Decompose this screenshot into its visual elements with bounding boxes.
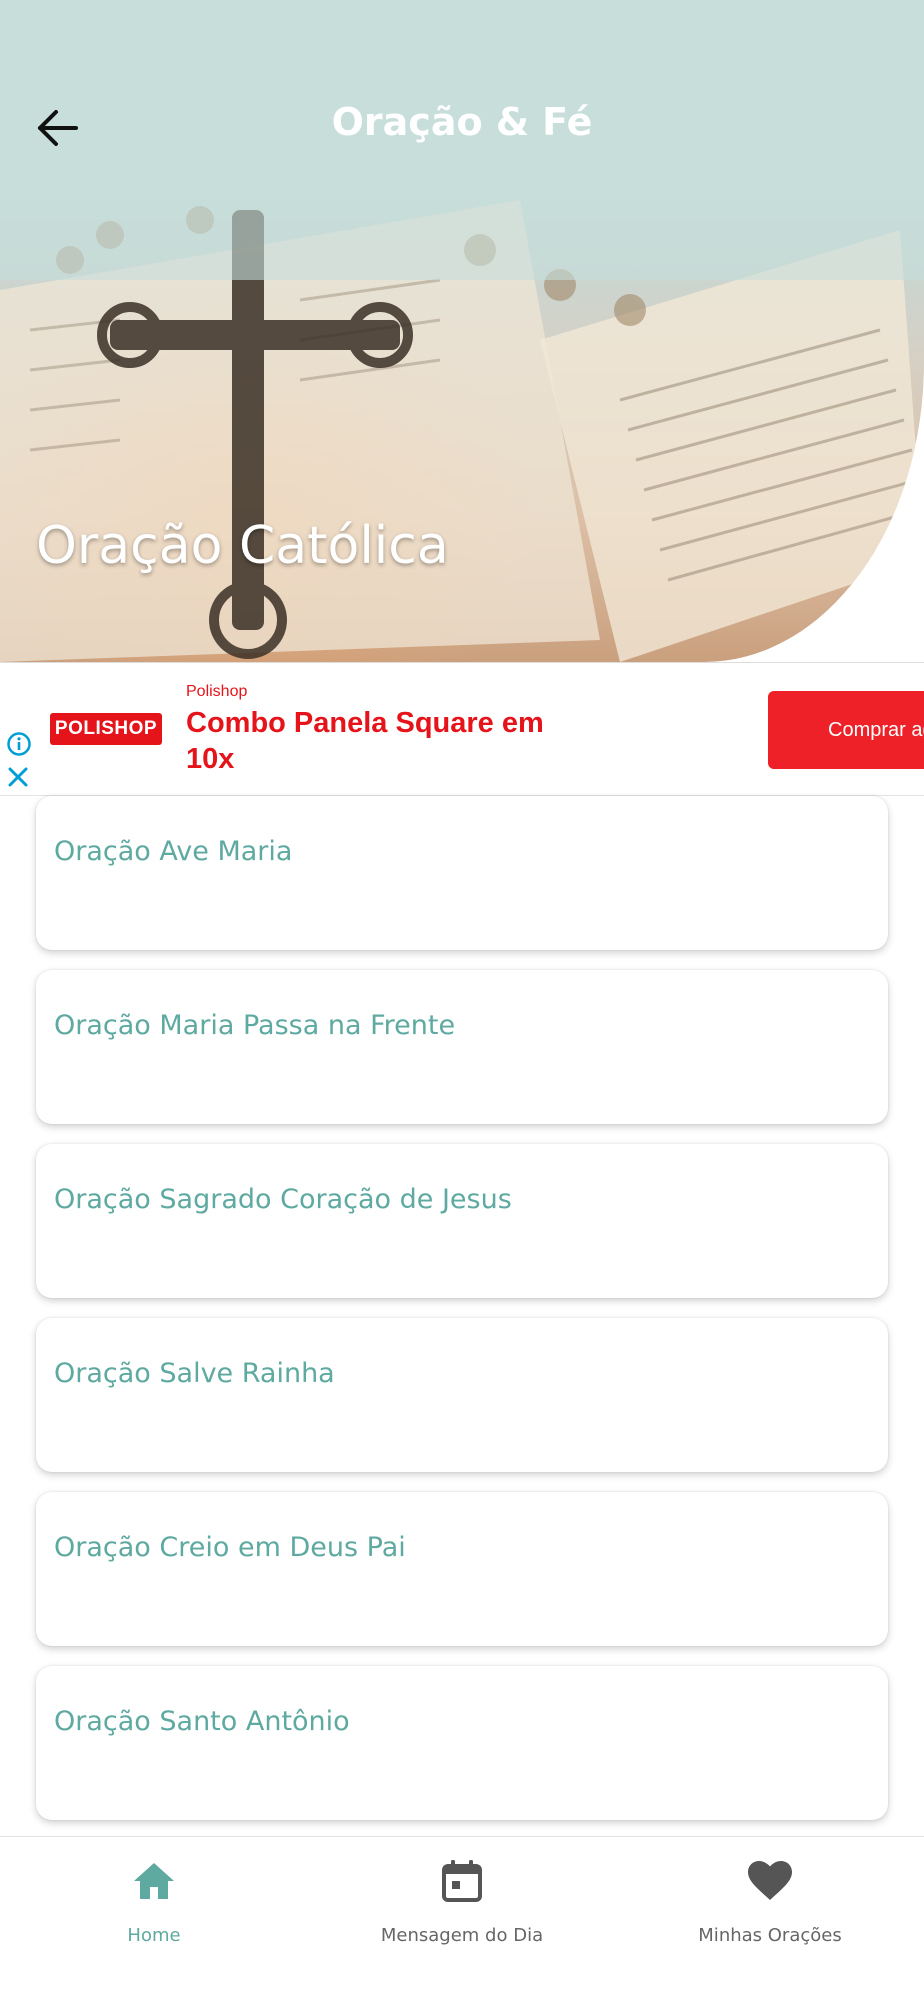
ad-buy-button[interactable]: Comprar ag (768, 691, 924, 769)
bottom-navigation: Home Mensagem do Dia Minhas Orações (0, 1836, 924, 2001)
list-item[interactable]: Oração Salve Rainha (36, 1318, 888, 1472)
prayer-list: Oração Ave Maria Oração Maria Passa na F… (36, 796, 888, 1840)
list-item[interactable]: Oração Maria Passa na Frente (36, 970, 888, 1124)
home-icon (134, 1863, 174, 1899)
prayer-title: Oração Sagrado Coração de Jesus (54, 1184, 512, 1215)
ad-headline[interactable]: Combo Panela Square em 10x (186, 705, 586, 777)
info-icon[interactable] (6, 731, 32, 757)
prayer-title: Oração Santo Antônio (54, 1706, 350, 1737)
ad-brand-name[interactable]: Polishop (186, 683, 247, 701)
nav-minhas-oracoes[interactable]: Minhas Orações (616, 1837, 924, 2001)
prayer-title: Oração Maria Passa na Frente (54, 1010, 456, 1041)
ad-brand-logo[interactable]: POLISHOP (50, 713, 162, 745)
top-app-bar: Oração & Fé (0, 0, 924, 200)
heart-icon (748, 1861, 792, 1900)
nav-minhas-oracoes-label: Minhas Orações (698, 1925, 842, 1946)
nav-home[interactable]: Home (0, 1837, 308, 2001)
prayer-title: Oração Salve Rainha (54, 1358, 335, 1389)
list-item[interactable]: Oração Ave Maria (36, 796, 888, 950)
calendar-icon (442, 1860, 482, 1902)
list-item[interactable]: Oração Sagrado Coração de Jesus (36, 1144, 888, 1298)
list-item[interactable]: Oração Santo Antônio (36, 1666, 888, 1820)
nav-mensagem-do-dia[interactable]: Mensagem do Dia (308, 1837, 616, 2001)
hero-banner: Oração & Fé Oração Católica (0, 0, 924, 662)
list-item[interactable]: Oração Creio em Deus Pai (36, 1492, 888, 1646)
app-title: Oração & Fé (331, 100, 593, 144)
prayer-title: Oração Ave Maria (54, 836, 293, 867)
close-icon[interactable] (6, 765, 30, 789)
nav-home-label: Home (127, 1925, 181, 1946)
prayer-title: Oração Creio em Deus Pai (54, 1532, 406, 1563)
category-title: Oração Católica (36, 516, 449, 576)
ad-banner[interactable]: POLISHOP Polishop Combo Panela Square em… (0, 662, 924, 796)
nav-mensagem-label: Mensagem do Dia (380, 1925, 544, 1946)
